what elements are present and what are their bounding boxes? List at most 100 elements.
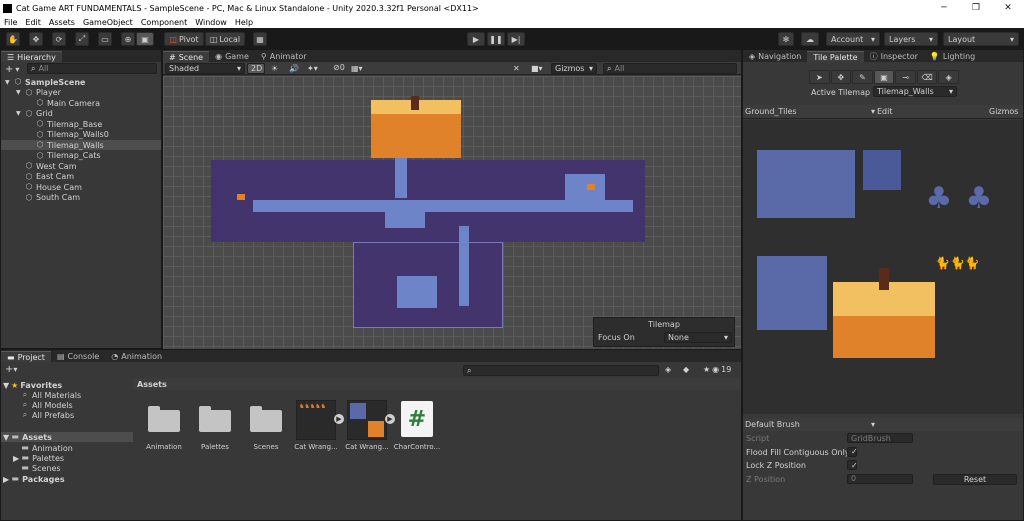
collapse-arrow-icon[interactable]: ▼: [5, 79, 14, 86]
sprite-sheet-thumbnail[interactable]: ♞♞♞♞♞: [296, 400, 336, 440]
csharp-script-icon[interactable]: #: [401, 401, 433, 437]
tab-hierarchy[interactable]: ☰ Hierarchy: [1, 51, 62, 62]
transform-tool-icon[interactable]: ⊕: [121, 32, 135, 46]
palette-canvas[interactable]: ♣ ♣ 🐈🐈🐈: [743, 120, 1023, 414]
hierarchy-item[interactable]: ▼ ⬡ SampleScene: [1, 77, 161, 87]
pause-button[interactable]: ❚❚: [487, 32, 505, 46]
tab-animator[interactable]: ⚲ Animator: [255, 51, 313, 62]
expand-play-icon[interactable]: ▶: [334, 414, 344, 424]
folder-item[interactable]: ▬ Scenes: [21, 463, 60, 473]
camera-icon[interactable]: ■▾: [531, 64, 543, 73]
menu-edit[interactable]: Edit: [21, 18, 45, 27]
hierarchy-item[interactable]: ⬡ Tilemap_Base: [1, 119, 161, 129]
brush-dropdown[interactable]: Default Brush ▾: [743, 418, 1023, 431]
hierarchy-item[interactable]: ⬡ Main Camera: [1, 98, 161, 108]
tab-navigation[interactable]: ◈ Navigation: [743, 51, 807, 62]
hierarchy-item[interactable]: ⬡ Tilemap_Walls: [1, 140, 161, 150]
hierarchy-item[interactable]: ⬡ West Cam: [1, 161, 161, 171]
brush-property-value[interactable]: ✓: [847, 460, 858, 470]
account-dropdown[interactable]: Account ▾: [826, 32, 880, 46]
tab-project[interactable]: ▬ Project: [1, 351, 51, 362]
collapse-arrow-icon[interactable]: ▼: [16, 110, 25, 117]
folder-icon[interactable]: [148, 406, 180, 432]
palette-gizmos-button[interactable]: Gizmos: [989, 107, 1018, 116]
fill-tool-icon[interactable]: ◈: [938, 70, 960, 84]
pivot-toggle[interactable]: ◫ Pivot: [164, 32, 204, 46]
maximize-button[interactable]: ❐: [960, 0, 992, 16]
tab-scene[interactable]: # Scene: [163, 51, 210, 62]
assets-folder-item[interactable]: ▼ ▬ Assets: [1, 432, 133, 442]
tab-inspector[interactable]: ⓘ Inspector: [864, 51, 924, 62]
favorite-item[interactable]: ⌕ All Models: [21, 400, 73, 410]
folder-icon[interactable]: [250, 406, 282, 432]
tab-console[interactable]: ▤ Console: [51, 351, 105, 362]
edit-button[interactable]: Edit: [877, 107, 893, 116]
hierarchy-item[interactable]: ▼ ⬡ Grid: [1, 109, 161, 119]
rotate-tool-icon[interactable]: ⟳: [52, 32, 66, 46]
hierarchy-item[interactable]: ⬡ House Cam: [1, 182, 161, 192]
favorites-header[interactable]: ▼ ★ Favorites: [3, 380, 62, 390]
tab-lighting[interactable]: 💡 Lighting: [924, 51, 981, 62]
folder-icon[interactable]: [199, 406, 231, 432]
packages-folder-item[interactable]: ▶ ▬ Packages: [3, 474, 65, 484]
breadcrumb[interactable]: Assets: [137, 380, 167, 389]
hand-tool-icon[interactable]: ✋: [6, 32, 20, 46]
hierarchy-item[interactable]: ▼ ⬡ Player: [1, 88, 161, 98]
gizmos-dropdown[interactable]: Gizmos ▾: [551, 63, 597, 74]
custom-tool-icon[interactable]: ▣: [136, 32, 154, 46]
menu-gameobject[interactable]: GameObject: [79, 18, 137, 27]
hidden-objects-toggle[interactable]: ⊘ 0: [333, 63, 345, 72]
grid-snap-icon[interactable]: ▦: [253, 32, 267, 46]
eraser-tool-icon[interactable]: ⌫: [916, 70, 938, 84]
favorite-item[interactable]: ⌕ All Materials: [21, 390, 81, 400]
focus-on-dropdown[interactable]: None ▾: [664, 332, 732, 343]
cloud-icon[interactable]: ☁: [801, 32, 819, 46]
tab-game[interactable]: ◉ Game: [209, 51, 255, 62]
select-tool-icon[interactable]: ➤: [809, 70, 830, 84]
tab-animation[interactable]: ◔ Animation: [105, 351, 168, 362]
menu-assets[interactable]: Assets: [45, 18, 79, 27]
expand-play-icon[interactable]: ▶: [385, 414, 395, 424]
effects-toggle-icon[interactable]: ✦▾: [307, 64, 318, 73]
project-search-input[interactable]: ⌕: [463, 365, 659, 376]
menu-help[interactable]: Help: [231, 18, 257, 27]
local-toggle[interactable]: ◫ Local: [205, 32, 245, 46]
close-button[interactable]: ✕: [992, 0, 1024, 16]
tile-sheet-thumbnail[interactable]: [347, 400, 387, 440]
menu-component[interactable]: Component: [137, 18, 191, 27]
filter-label-icon[interactable]: ◆: [683, 365, 689, 374]
folder-item[interactable]: ▬ Animation: [21, 443, 73, 453]
brush-property-value[interactable]: ✓: [847, 446, 858, 457]
favorite-filter[interactable]: ★ ◉ 19: [703, 365, 731, 374]
scale-tool-icon[interactable]: ⤢: [75, 32, 89, 46]
reset-button[interactable]: Reset: [933, 474, 1017, 485]
scene-search-input[interactable]: ⌕ All: [603, 63, 737, 74]
tools-icon[interactable]: ✕: [513, 64, 520, 73]
favorite-item[interactable]: ⌕ All Prefabs: [21, 410, 74, 420]
project-add-button[interactable]: + ▾: [5, 364, 17, 375]
scene-viewport[interactable]: Tilemap Focus On None ▾: [163, 76, 741, 349]
grid-toggle-icon[interactable]: ▦▾: [351, 64, 363, 73]
hierarchy-item[interactable]: ⬡ Tilemap_Walls0: [1, 130, 161, 140]
collab-icon[interactable]: ✻: [778, 32, 794, 46]
shading-dropdown[interactable]: Shaded ▾: [165, 63, 245, 74]
brush-tool-icon[interactable]: ✎: [852, 70, 873, 84]
layout-dropdown[interactable]: Layout ▾: [943, 32, 1019, 46]
box-fill-tool-icon[interactable]: ▣: [873, 70, 895, 84]
tab-tile-palette[interactable]: Tile Palette: [807, 51, 864, 62]
move-tool-icon[interactable]: ✥: [29, 32, 43, 46]
filter-type-icon[interactable]: ◈: [665, 365, 671, 374]
menu-file[interactable]: File: [0, 18, 21, 27]
hierarchy-item[interactable]: ⬡ Tilemap_Cats: [1, 151, 161, 161]
palette-dropdown[interactable]: Ground_Tiles ▾: [745, 107, 875, 116]
minimize-button[interactable]: ─: [928, 0, 960, 16]
play-button[interactable]: ▶: [467, 32, 485, 46]
2d-toggle[interactable]: 2D: [247, 63, 265, 74]
picker-tool-icon[interactable]: ⊸: [895, 70, 916, 84]
collapse-arrow-icon[interactable]: ▼: [16, 89, 25, 96]
folder-item[interactable]: ▶ ▬ Palettes: [13, 453, 64, 463]
layers-dropdown[interactable]: Layers ▾: [884, 32, 938, 46]
rect-tool-icon[interactable]: ▭: [98, 32, 112, 46]
audio-toggle-icon[interactable]: 🔊: [289, 64, 299, 73]
active-tilemap-dropdown[interactable]: Tilemap_Walls ▾: [873, 86, 957, 97]
